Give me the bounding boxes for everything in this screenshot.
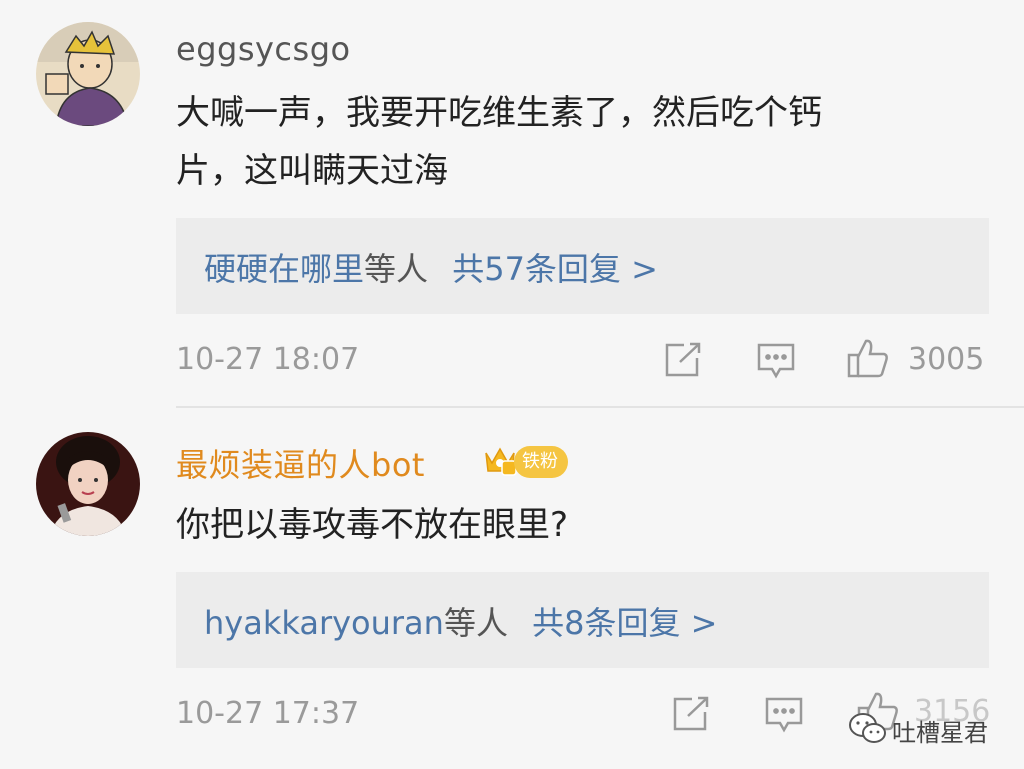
reply-users[interactable]: 硬硬在哪里 — [204, 250, 364, 288]
avatar[interactable] — [36, 22, 140, 126]
like-count: 3005 — [908, 342, 985, 377]
reply-etc: 等人 — [364, 250, 429, 288]
reply-users[interactable]: hyakkaryouran — [204, 604, 444, 642]
timestamp: 10-27 17:37 — [176, 696, 360, 731]
share-icon[interactable] — [664, 342, 702, 382]
reply-preview[interactable]: 硬硬在哪里等人 共57条回复 > — [176, 218, 989, 314]
reply-etc: 等人 — [443, 604, 508, 642]
reply-count-link[interactable]: 共57条回复 > — [452, 250, 658, 288]
like-icon[interactable] — [846, 337, 890, 383]
share-icon[interactable] — [672, 696, 710, 736]
watermark: 吐槽星君 — [892, 719, 988, 747]
username[interactable]: 最烦装逼的人bot — [176, 440, 425, 486]
username[interactable]: eggsycsgo — [176, 30, 351, 68]
comment-icon[interactable] — [764, 696, 804, 738]
comment-text-line-1: 你把以毒攻毒不放在眼里? — [176, 505, 569, 545]
timestamp: 10-27 18:07 — [176, 342, 360, 377]
comment-text-line-2: 片，这叫瞒天过海 — [176, 151, 448, 191]
vip-crown-icon — [482, 443, 518, 481]
reply-preview[interactable]: hyakkaryouran等人 共8条回复 > — [176, 572, 989, 668]
comment-text-line-1: 大喊一声，我要开吃维生素了，然后吃个钙 — [176, 93, 822, 133]
comment-icon[interactable] — [756, 342, 796, 384]
wechat-icon — [848, 712, 888, 750]
fan-badge: 铁粉 — [514, 446, 568, 478]
divider — [176, 406, 1024, 408]
avatar[interactable] — [36, 432, 140, 536]
fan-badge-label: 铁粉 — [522, 451, 558, 472]
reply-count-link[interactable]: 共8条回复 > — [532, 604, 717, 642]
